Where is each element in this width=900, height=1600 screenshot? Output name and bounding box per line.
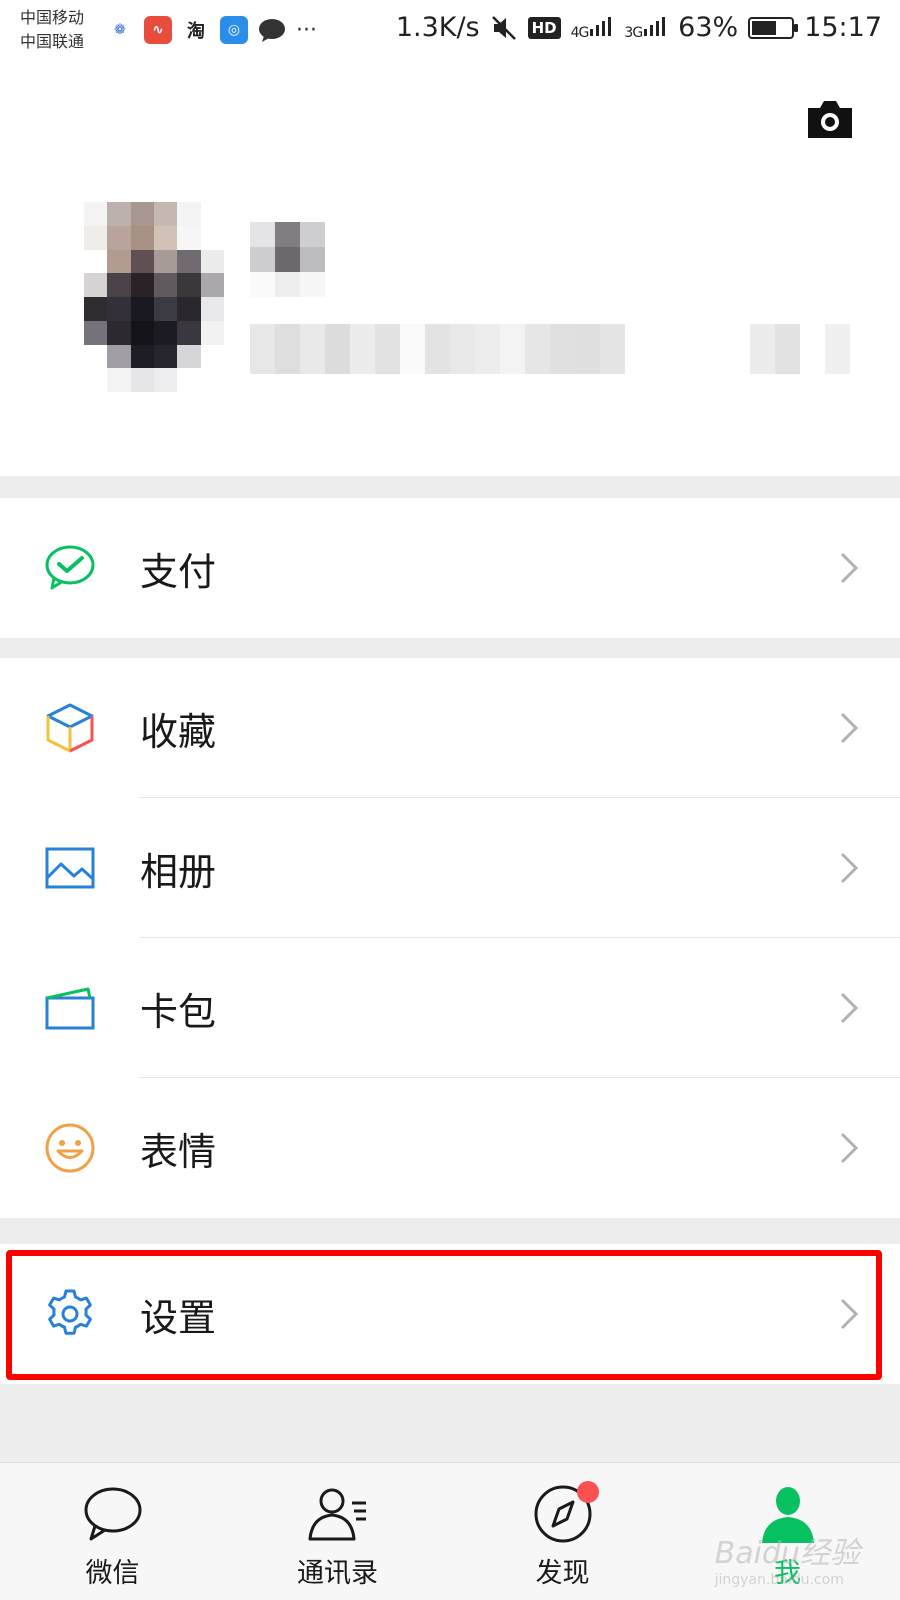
chevron-right-icon [840, 852, 859, 884]
wechat-id-blurred [250, 324, 850, 374]
mute-icon [491, 15, 516, 40]
baidu-icon: ❁ [106, 16, 134, 44]
discover-badge [576, 1481, 599, 1503]
settings-section: 设置 [0, 1244, 900, 1384]
watermark-brand: Baidu经验 [714, 1536, 860, 1571]
menu-label-pay: 支付 [140, 549, 217, 594]
chevron-right-icon [840, 552, 859, 584]
carrier-info: 中国移动 中国联通 [20, 6, 84, 54]
chevron-right-icon [840, 712, 859, 744]
notification-icons: ❁ ∿ 淘 ◎ ··· [106, 16, 317, 44]
contacts-icon [308, 1488, 366, 1541]
battery-fill [752, 20, 777, 35]
camera-icon[interactable] [804, 98, 856, 140]
wifi-key-icon: ◎ [220, 16, 248, 44]
profile-header[interactable] [0, 62, 900, 476]
net-type-1: 4G [570, 24, 590, 41]
signal-4g: 4G [571, 15, 615, 41]
status-bar: 中国移动 中国联通 ❁ ∿ 淘 ◎ ··· 1.3K/s HD 4G 3G 63… [0, 0, 900, 62]
tab-label-chats: 微信 [85, 1558, 140, 1589]
chevron-right-icon [840, 1298, 859, 1330]
gear-icon [42, 1288, 98, 1340]
battery-icon [748, 16, 799, 39]
signal-bars-icon [644, 16, 666, 36]
net-type-2: 3G [624, 24, 643, 41]
menu-label-favorites: 收藏 [140, 709, 217, 754]
tab-contacts[interactable]: 通讯录 [225, 1463, 450, 1600]
menu-label-settings: 设置 [140, 1295, 217, 1340]
nickname-blurred [250, 222, 325, 297]
weibo-icon: ∿ [144, 16, 172, 44]
watermark: Baidu经验 jingyan.baidu.com [715, 1528, 860, 1588]
taobao-icon: 淘 [182, 16, 210, 44]
wechat-icon [258, 16, 286, 44]
chevron-right-icon [840, 1132, 859, 1164]
carrier-2: 中国联通 [20, 32, 85, 51]
compass-icon-wrap [531, 1481, 599, 1545]
pay-section: 支付 [0, 498, 900, 638]
sticker-smile-icon [42, 1122, 98, 1174]
wechat-pay-icon [42, 542, 98, 594]
carrier-1: 中国移动 [20, 8, 85, 27]
status-indicators: 1.3K/s HD 4G 3G 63% 15:17 [396, 12, 882, 43]
menu-item-album[interactable]: 相册 [0, 798, 900, 938]
signal-3g: 3G [624, 15, 668, 41]
favorites-cube-icon [42, 702, 98, 754]
avatar[interactable] [84, 202, 224, 392]
net-speed: 1.3K/s [395, 12, 480, 43]
menu-item-settings[interactable]: 设置 [0, 1244, 900, 1384]
menu-label-cards: 卡包 [140, 989, 217, 1034]
menu-item-stickers[interactable]: 表情 [0, 1078, 900, 1218]
hd-badge: HD [527, 16, 561, 39]
tab-label-contacts: 通讯录 [297, 1558, 378, 1589]
battery-percent: 63% [678, 12, 739, 43]
tab-chats[interactable]: 微信 [0, 1463, 225, 1600]
clock: 15:17 [804, 12, 882, 43]
watermark-url: jingyan.baidu.com [714, 1572, 844, 1588]
menu-label-stickers: 表情 [140, 1129, 217, 1174]
tools-section: 收藏 相册 卡包 表情 [0, 658, 900, 1218]
signal-bars-icon [590, 16, 612, 36]
menu-item-cards[interactable]: 卡包 [0, 938, 900, 1078]
card-wallet-icon [42, 982, 98, 1034]
album-icon [42, 842, 98, 894]
tab-discover[interactable]: 发现 [450, 1463, 675, 1600]
menu-item-pay[interactable]: 支付 [0, 498, 900, 638]
tab-label-discover: 发现 [535, 1558, 590, 1589]
menu-item-favorites[interactable]: 收藏 [0, 658, 900, 798]
chevron-right-icon [840, 992, 859, 1024]
menu-label-album: 相册 [140, 849, 217, 894]
more-notifications: ··· [296, 17, 317, 43]
chat-bubble-icon [84, 1487, 141, 1541]
